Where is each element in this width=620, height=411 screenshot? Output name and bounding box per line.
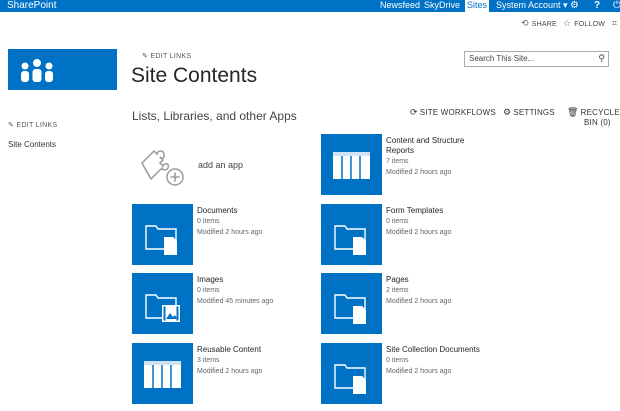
star-icon: ☆ bbox=[563, 18, 572, 28]
app-info-form-templates: Form Templates 0 items Modified 2 hours … bbox=[386, 206, 526, 238]
recycle-bin-count[interactable]: BIN (0) bbox=[584, 118, 611, 128]
share-icon: ⟲ bbox=[521, 18, 529, 28]
app-item-count: 0 items bbox=[197, 218, 220, 225]
app-modified: Modified 2 hours ago bbox=[386, 169, 452, 176]
search-box[interactable]: Search This Site... ⚲ bbox=[464, 51, 609, 67]
add-app-tile[interactable] bbox=[134, 137, 188, 191]
app-tile-images[interactable] bbox=[132, 273, 193, 334]
nav-skydrive[interactable]: SkyDrive bbox=[424, 0, 460, 12]
page-title: Site Contents bbox=[131, 64, 258, 87]
app-item-count: 0 items bbox=[386, 357, 409, 364]
left-nav-site-contents[interactable]: Site Contents bbox=[8, 140, 56, 149]
account-name: System Account bbox=[496, 0, 561, 10]
add-app-link[interactable]: add an app bbox=[198, 160, 243, 170]
share-button[interactable]: ⟲ SHARE bbox=[521, 18, 557, 30]
share-label: SHARE bbox=[531, 21, 557, 28]
app-modified: Modified 2 hours ago bbox=[386, 229, 452, 236]
app-item-count: 7 items bbox=[386, 158, 409, 165]
workflow-icon: ⟳ bbox=[410, 107, 418, 117]
people-icon bbox=[21, 59, 53, 82]
section-heading: Lists, Libraries, and other Apps bbox=[132, 109, 297, 123]
app-title[interactable]: Reusable Content bbox=[197, 345, 337, 355]
app-modified: Modified 2 hours ago bbox=[386, 298, 452, 305]
focus-icon[interactable]: ⌗ bbox=[612, 18, 620, 30]
search-icon[interactable]: ⚲ bbox=[598, 52, 605, 65]
app-modified: Modified 45 minutes ago bbox=[197, 298, 274, 305]
app-modified: Modified 2 hours ago bbox=[197, 229, 263, 236]
recycle-bin-icon: 🗑 bbox=[567, 107, 579, 117]
app-info-reusable-content: Reusable Content 3 items Modified 2 hour… bbox=[197, 345, 337, 377]
settings-label: SETTINGS bbox=[513, 108, 555, 117]
site-workflows-button[interactable]: ⟳ SITE WORKFLOWS bbox=[410, 107, 496, 118]
app-modified: Modified 2 hours ago bbox=[386, 368, 452, 375]
app-title[interactable]: Images bbox=[197, 275, 337, 285]
app-title[interactable]: Documents bbox=[197, 206, 337, 216]
app-tile-reusable-content[interactable] bbox=[132, 343, 193, 404]
app-info-pages: Pages 2 items Modified 2 hours ago bbox=[386, 275, 526, 307]
edit-links-left[interactable]: ✎ EDIT LINKS bbox=[8, 121, 57, 129]
app-modified: Modified 2 hours ago bbox=[197, 368, 263, 375]
app-tile-form-templates[interactable] bbox=[321, 204, 382, 265]
app-item-count: 2 items bbox=[386, 287, 409, 294]
app-info-site-collection-documents: Site Collection Documents 0 items Modifi… bbox=[386, 345, 526, 377]
account-menu[interactable]: System Account ▾ bbox=[496, 0, 568, 12]
edit-links-label: EDIT LINKS bbox=[150, 53, 192, 60]
puzzle-piece-icon bbox=[141, 149, 184, 186]
chevron-down-icon: ▾ bbox=[563, 0, 568, 10]
document-library-icon bbox=[334, 225, 366, 255]
follow-button[interactable]: ☆ FOLLOW bbox=[563, 18, 605, 30]
document-library-icon bbox=[334, 294, 366, 324]
site-logo[interactable] bbox=[8, 49, 117, 90]
edit-links-label: EDIT LINKS bbox=[16, 122, 58, 129]
app-title[interactable]: Content and Structure Reports bbox=[386, 136, 526, 156]
app-info-documents: Documents 0 items Modified 2 hours ago bbox=[197, 206, 337, 238]
list-icon bbox=[144, 361, 181, 388]
app-item-count: 0 items bbox=[386, 218, 409, 225]
app-title[interactable]: Form Templates bbox=[386, 206, 526, 216]
app-title[interactable]: Site Collection Documents bbox=[386, 345, 526, 355]
app-item-count: 0 items bbox=[197, 287, 220, 294]
nav-newsfeed[interactable]: Newsfeed bbox=[380, 0, 420, 12]
app-tile-pages[interactable] bbox=[321, 273, 382, 334]
gear-icon[interactable]: ⚙ bbox=[570, 0, 579, 12]
site-workflows-label: SITE WORKFLOWS bbox=[419, 108, 496, 117]
app-tile-site-collection-documents[interactable] bbox=[321, 343, 382, 404]
help-icon[interactable]: ? bbox=[594, 0, 600, 12]
search-input[interactable]: Search This Site... bbox=[469, 53, 534, 65]
nav-sites[interactable]: Sites bbox=[467, 0, 487, 12]
app-info-images: Images 0 items Modified 45 minutes ago bbox=[197, 275, 337, 307]
app-info-content-structure-reports: Content and Structure Reports 7 items Mod… bbox=[386, 136, 526, 178]
app-tile-documents[interactable] bbox=[132, 204, 193, 265]
follow-label: FOLLOW bbox=[574, 21, 606, 28]
list-icon bbox=[333, 152, 370, 179]
recycle-bin-button[interactable]: 🗑 RECYCLE bbox=[567, 107, 620, 118]
app-tile-content-structure-reports[interactable] bbox=[321, 134, 382, 195]
image-library-icon bbox=[145, 294, 180, 322]
app-item-count: 3 items bbox=[197, 357, 220, 364]
recycle-bin-label: RECYCLE bbox=[580, 108, 620, 117]
edit-links-top[interactable]: ✎ EDIT LINKS bbox=[142, 52, 191, 60]
settings-button[interactable]: ⚙ SETTINGS bbox=[503, 107, 555, 118]
app-title[interactable]: Pages bbox=[386, 275, 526, 285]
document-library-icon bbox=[334, 364, 366, 394]
document-library-icon bbox=[145, 225, 177, 255]
gear-icon: ⚙ bbox=[503, 107, 512, 117]
power-icon[interactable]: ⏻ bbox=[613, 0, 620, 12]
brand-label[interactable]: SharePoint bbox=[7, 0, 56, 12]
